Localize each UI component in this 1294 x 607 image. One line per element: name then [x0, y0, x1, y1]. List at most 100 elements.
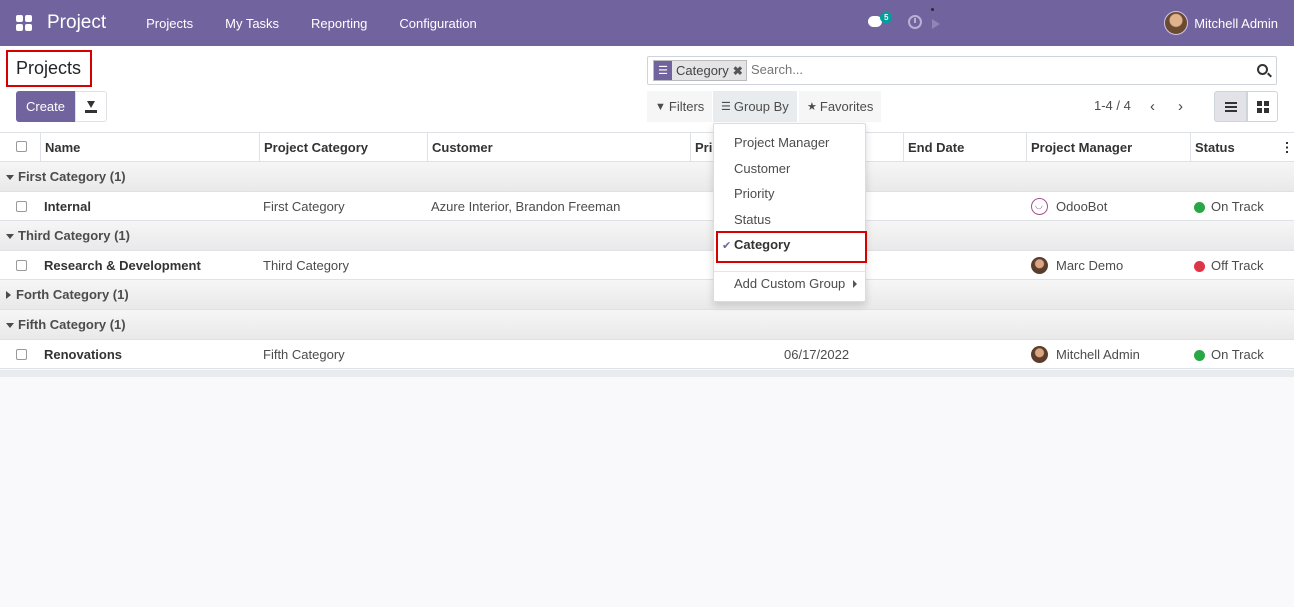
group-row[interactable]: Third Category (1): [0, 221, 1294, 251]
activity-clock-icon[interactable]: [908, 15, 922, 29]
cell-name: Renovations: [44, 347, 123, 362]
row-checkbox[interactable]: [16, 260, 27, 271]
app-title[interactable]: Project: [47, 12, 106, 34]
cell-name: Research & Development: [44, 258, 201, 273]
cell-name: Internal: [44, 199, 91, 214]
row-checkbox[interactable]: [16, 349, 27, 360]
group-by-dropdown: Project Manager Customer Priority Status…: [713, 123, 867, 302]
top-navbar: Project Projects My Tasks Reporting Conf…: [0, 0, 1294, 46]
page-title: Projects: [6, 50, 92, 87]
group-row[interactable]: Fifth Category (1): [0, 310, 1294, 340]
cell-category: Fifth Category: [263, 347, 345, 362]
user-menu[interactable]: Mitchell Admin: [1164, 0, 1278, 46]
user-avatar: [1164, 11, 1189, 35]
cell-date: 06/17/2022: [784, 347, 850, 362]
caret-down-icon: [6, 233, 14, 239]
search-icon[interactable]: [1257, 64, 1268, 75]
cell-category: Third Category: [263, 258, 349, 273]
group-label: First Category (1): [18, 169, 126, 184]
cell-status: On Track: [1211, 199, 1264, 214]
menu-projects[interactable]: Projects: [146, 16, 193, 31]
add-custom-group[interactable]: Add Custom Group: [734, 276, 845, 291]
header-priority[interactable]: Pri: [690, 133, 714, 162]
star-icon: ★: [807, 101, 817, 113]
group-label: Fifth Category (1): [18, 317, 126, 332]
header-customer[interactable]: Customer: [427, 133, 690, 162]
table-row[interactable]: Research & Development Third Category Ma…: [0, 251, 1294, 280]
filter-icon: ▼: [655, 100, 666, 113]
header-project-manager[interactable]: Project Manager: [1026, 133, 1190, 162]
status-green-icon: [1194, 350, 1205, 361]
marc-demo-avatar: [1031, 257, 1048, 274]
odoobot-avatar: [1031, 191, 1048, 220]
list-icon: [1224, 101, 1237, 112]
group-label: Forth Category (1): [16, 287, 129, 302]
caret-down-icon: [6, 174, 14, 180]
header-name[interactable]: Name: [40, 133, 260, 162]
cell-manager: Marc Demo: [1056, 258, 1124, 273]
pager-previous-icon[interactable]: ‹: [1150, 98, 1155, 115]
check-icon: ✔: [722, 240, 732, 252]
groupby-option-status[interactable]: Status: [734, 212, 771, 227]
cell-status: Off Track: [1211, 258, 1264, 273]
facet-label: Category: [676, 63, 729, 78]
pager-value[interactable]: 1-4 / 4: [1094, 98, 1131, 113]
table-row[interactable]: Renovations Fifth Category 06/17/2022 Mi…: [0, 340, 1294, 369]
caret-down-icon: [6, 322, 14, 328]
header-project-category[interactable]: Project Category: [259, 133, 427, 162]
groupby-option-priority[interactable]: Priority: [734, 186, 774, 201]
kanban-icon: [1256, 100, 1269, 113]
dropdown-divider: [714, 271, 865, 272]
favorites-button[interactable]: ★ Favorites: [799, 91, 882, 122]
cell-manager: Mitchell Admin: [1056, 347, 1140, 362]
menu-reporting[interactable]: Reporting: [311, 16, 367, 31]
cell-category: First Category: [263, 199, 345, 214]
cell-status: On Track: [1211, 347, 1264, 362]
header-status[interactable]: Status: [1190, 133, 1294, 162]
filters-button[interactable]: ▼ Filters: [647, 91, 713, 122]
groupby-option-category-selected[interactable]: ✔ Category: [716, 231, 867, 263]
groupby-option-project-manager[interactable]: Project Manager: [734, 135, 829, 150]
search-facet-category: ☰ Category ✖: [653, 60, 747, 81]
bars-icon: ☰: [721, 101, 731, 113]
table-row[interactable]: Internal First Category Azure Interior, …: [0, 191, 1294, 221]
group-row[interactable]: First Category (1): [0, 162, 1294, 192]
group-row[interactable]: Forth Category (1): [0, 280, 1294, 310]
menu-configuration[interactable]: Configuration: [399, 16, 476, 31]
apps-menu-icon[interactable]: [16, 15, 32, 31]
download-icon: [85, 100, 97, 113]
menu-my-tasks[interactable]: My Tasks: [225, 16, 279, 31]
user-name: Mitchell Admin: [1194, 15, 1278, 31]
cell-manager: OdooBot: [1056, 199, 1108, 214]
status-green-icon: [1194, 202, 1205, 213]
select-all-checkbox[interactable]: [16, 141, 27, 152]
filters-label: Filters: [668, 99, 705, 114]
caret-right-icon: [853, 280, 857, 288]
create-button[interactable]: Create: [16, 91, 75, 122]
control-panel: Projects Create ☰ Category ✖ ▼Filters ☰G…: [0, 46, 1294, 133]
header-end-date[interactable]: End Date: [903, 133, 1026, 162]
group-by-facet-icon: ☰: [654, 61, 672, 80]
facet-remove-icon[interactable]: ✖: [733, 61, 746, 80]
timer-dot-icon: [931, 8, 934, 11]
pager-next-icon[interactable]: ›: [1178, 98, 1183, 115]
status-red-icon: [1194, 261, 1205, 272]
groupby-option-customer[interactable]: Customer: [734, 161, 790, 176]
favorites-label: Favorites: [819, 99, 874, 114]
export-button[interactable]: [75, 91, 107, 122]
timer-play-icon[interactable]: [932, 19, 940, 29]
group-label: Third Category (1): [18, 228, 130, 243]
caret-right-icon: [6, 291, 11, 300]
groupby-option-category: Category: [734, 237, 791, 252]
chat-badge: 5: [880, 12, 893, 23]
kanban-view-button[interactable]: [1247, 91, 1278, 122]
table-footer: [0, 370, 1294, 377]
search-input[interactable]: [751, 62, 1231, 77]
list-view-button[interactable]: [1214, 91, 1247, 122]
row-checkbox[interactable]: [16, 201, 27, 212]
mitchell-admin-avatar: [1031, 346, 1048, 363]
table-header: Name Project Category Customer Pri End D…: [0, 133, 1294, 162]
group-by-button[interactable]: ☰ Group By: [713, 91, 797, 122]
optional-columns-icon[interactable]: [1286, 142, 1288, 153]
search-bar: ☰ Category ✖: [647, 56, 1277, 85]
